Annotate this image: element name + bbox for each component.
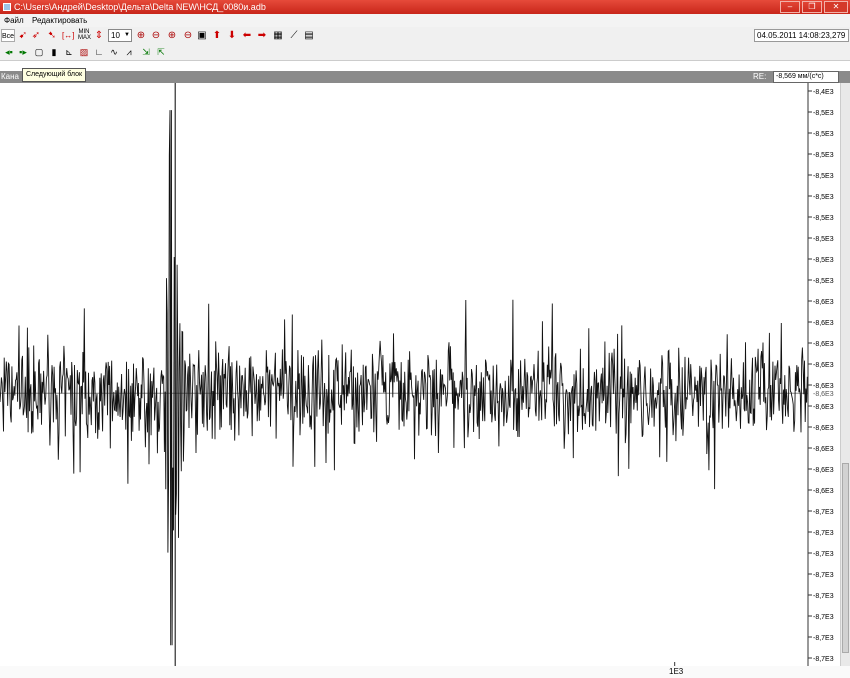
minimize-button[interactable]: – (780, 1, 800, 13)
prev-block-icon[interactable]: ◂▪ (3, 47, 15, 58)
datetime-field[interactable]: 04.05.2011 14:08:23,279 (754, 29, 849, 42)
arrow-left-icon[interactable]: ⬅ (241, 29, 253, 42)
x-axis-bar (0, 666, 850, 678)
scale-value: 10 (111, 31, 120, 40)
min-max-icon[interactable]: MIN MAX (78, 29, 91, 42)
axis-peak-icon[interactable]: ⩘ (123, 47, 135, 58)
menu-bar: Файл Редактировать (0, 14, 850, 27)
y-tick-label: -8,5E3 (813, 236, 834, 243)
y-tick-label: -8,5E3 (813, 194, 834, 201)
y-tick-label: -8,6E3 (813, 341, 834, 348)
print-icon[interactable]: ▨ (78, 47, 90, 58)
y-tick-label: -8,5E3 (813, 110, 834, 117)
axis-wave-icon[interactable]: ∿ (108, 47, 120, 58)
app-icon (3, 3, 11, 11)
y-tick-label: -8,6E3 (813, 425, 834, 432)
grid-icon[interactable]: ▦ (272, 29, 284, 42)
secondary-toolbar: ◂▪ ▪▸ ▢ ▮ ⊾ ▨ ∟ ∿ ⩘ ⇲ ⇱ (0, 45, 850, 61)
scrollbar-thumb[interactable] (842, 463, 849, 653)
arrow-up-icon[interactable]: ⬆ (211, 29, 223, 42)
menu-file[interactable]: Файл (4, 14, 24, 27)
channel-bar: Кана RE: (0, 71, 850, 83)
y-tick-label: -8,5E3 (813, 257, 834, 264)
chart-icon[interactable]: ⟋ (288, 29, 300, 42)
re-label: RE: (753, 72, 767, 81)
tooltip-next-block: Следующий блок (22, 68, 87, 82)
y-tick-label: -8,5E3 (813, 152, 834, 159)
next-block-icon[interactable]: ▪▸ (17, 47, 29, 58)
y-tick-label: -8,6E3 (813, 320, 834, 327)
cursor-remove-icon[interactable]: ➷ (46, 29, 58, 42)
y-tick-label: -8,6E3 (813, 299, 834, 306)
restore-button[interactable]: ❐ (802, 1, 822, 13)
zoom-in-icon[interactable]: ⊕ (135, 29, 147, 42)
signal-plot[interactable]: -8,4E3 -8,5E3 -8,5E3 -8,5E3 -8,5E3 -8,5E3 -8,5… (0, 83, 840, 666)
arrow-right-icon[interactable]: ➡ (256, 29, 268, 42)
trend-icon[interactable]: ⊾ (63, 47, 75, 58)
fit-width-icon[interactable]: [↔] (62, 29, 74, 42)
main-toolbar: Все ➹ ➶ ➷ [↔] MIN MAX ⇕ 10 ▼ ⊕ ⊖ ⊕ ⊖ ▣ ⬆ ⬇… (0, 27, 850, 46)
y-tick-label: -8,7E3 (813, 656, 834, 663)
show-all-button[interactable]: Все (1, 29, 15, 42)
current-value-label: -8,6E3 (813, 391, 834, 398)
zoom-x-in-icon[interactable]: ⊕ (166, 29, 178, 42)
y-tick-label: -8,7E3 (813, 572, 834, 579)
table-icon[interactable]: ▤ (303, 29, 315, 42)
scale-select[interactable]: 10 ▼ (108, 29, 132, 42)
zoom-x-out-icon[interactable]: ⊖ (182, 29, 194, 42)
y-tick-label: -8,5E3 (813, 278, 834, 285)
page-icon[interactable]: ▢ (33, 47, 45, 58)
window-title: C:\Users\Андрей\Desktop\Дельта\Delta NEW… (14, 2, 266, 12)
cursor-icon[interactable]: ➹ (17, 29, 29, 42)
y-tick-label: -8,5E3 (813, 173, 834, 180)
y-tick-label: -8,6E3 (813, 446, 834, 453)
y-tick-label: -8,5E3 (813, 131, 834, 138)
menu-edit[interactable]: Редактировать (32, 14, 87, 27)
channel-label: Кана (1, 72, 19, 81)
y-tick-label: -8,7E3 (813, 551, 834, 558)
y-tick-label: -8,6E3 (813, 467, 834, 474)
y-tick-label: -8,7E3 (813, 593, 834, 600)
re-value-field[interactable]: -8,569 мм/(c*c) (773, 71, 839, 83)
y-tick-label: -8,7E3 (813, 530, 834, 537)
y-tick-label: -8,4E3 (813, 89, 834, 96)
title-bar[interactable]: C:\Users\Андрей\Desktop\Дельта\Delta NEW… (0, 0, 850, 14)
export-icon[interactable]: ⇲ (140, 47, 152, 58)
monitor-icon[interactable]: ▣ (196, 29, 208, 42)
y-tick-label: -8,7E3 (813, 635, 834, 642)
import-icon[interactable]: ⇱ (155, 47, 167, 58)
y-tick-label: -8,7E3 (813, 614, 834, 621)
vertical-scrollbar[interactable] (840, 83, 850, 666)
y-tick-label: -8,6E3 (813, 404, 834, 411)
cursor-add-icon[interactable]: ➶ (30, 29, 42, 42)
close-button[interactable]: ✕ (824, 1, 848, 13)
axis-icon[interactable]: ∟ (93, 47, 105, 58)
y-tick-label: -8,5E3 (813, 215, 834, 222)
signal-line (0, 110, 808, 646)
x-tick-label: 1E3 (669, 667, 684, 676)
y-tick-label: -8,6E3 (813, 383, 834, 390)
arrow-down-icon[interactable]: ⬇ (226, 29, 238, 42)
marker-icon[interactable]: ▮ (48, 47, 60, 58)
zoom-out-icon[interactable]: ⊖ (150, 29, 162, 42)
y-tick-label: -8,7E3 (813, 509, 834, 516)
y-tick-label: -8,6E3 (813, 362, 834, 369)
chevron-down-icon: ▼ (124, 32, 130, 38)
vertical-fit-icon[interactable]: ⇕ (93, 29, 105, 42)
y-tick-label: -8,6E3 (813, 488, 834, 495)
